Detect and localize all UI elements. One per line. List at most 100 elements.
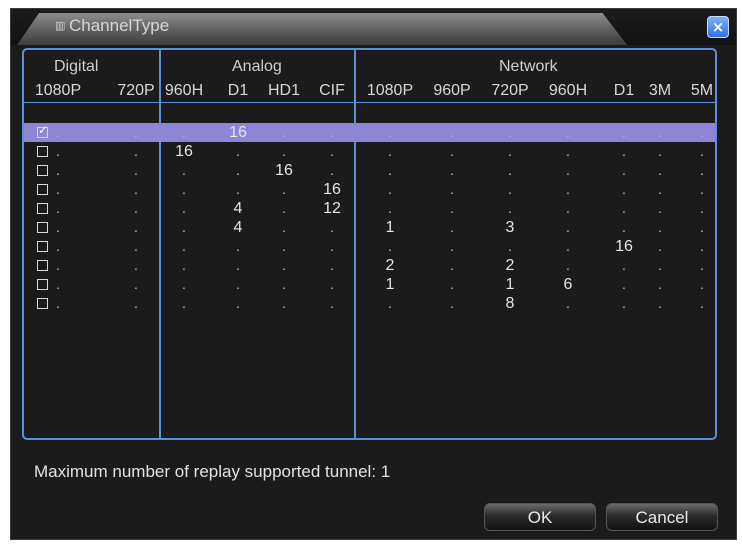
table-cell: . [450, 238, 454, 254]
table-cell: . [282, 276, 286, 292]
column-header: 3M [648, 82, 672, 99]
table-cell: . [508, 143, 512, 159]
table-cell: 16 [175, 143, 193, 160]
table-cell: . [330, 162, 334, 178]
cancel-button[interactable]: Cancel [606, 503, 718, 531]
table-cell: . [658, 181, 662, 197]
column-header: 720P [491, 82, 529, 99]
table-cell: . [566, 162, 570, 178]
table-cell: . [182, 200, 186, 216]
table-cell: . [330, 143, 334, 159]
table-cell: . [182, 124, 186, 140]
table-cell: . [622, 276, 626, 292]
table-cell: . [330, 219, 334, 235]
group-header-digital: Digital [54, 58, 99, 75]
table-cell: . [330, 124, 334, 140]
table-cell: . [388, 181, 392, 197]
table-cell: . [508, 181, 512, 197]
table-cell: . [622, 143, 626, 159]
table-cell: 3 [505, 219, 515, 236]
column-header: 960H [164, 82, 204, 99]
table-cell: . [700, 181, 704, 197]
ok-button[interactable]: OK [484, 503, 596, 531]
column-header: 960P [433, 82, 471, 99]
column-header: D1 [227, 82, 249, 99]
table-cell: . [622, 181, 626, 197]
table-cell: . [566, 257, 570, 273]
table-cell: . [282, 295, 286, 311]
table-cell: . [282, 124, 286, 140]
table-cell: . [450, 276, 454, 292]
table-cell: . [282, 200, 286, 216]
table-cell: . [56, 200, 60, 216]
column-header: 1080P [34, 82, 82, 99]
column-header: CIF [319, 82, 345, 99]
table-cell: . [566, 181, 570, 197]
table-cell: . [134, 295, 138, 311]
table-cell: . [700, 124, 704, 140]
table-cell: 16 [275, 162, 293, 179]
table-cell: . [56, 162, 60, 178]
table-cell: . [658, 200, 662, 216]
table-cell: . [622, 200, 626, 216]
table-cell: . [508, 200, 512, 216]
group-header-network: Network [499, 58, 558, 75]
table-cell: . [700, 238, 704, 254]
column-header: D1 [613, 82, 635, 99]
table-cell: . [236, 257, 240, 273]
table-cell: . [700, 295, 704, 311]
table-cell: 16 [229, 124, 247, 141]
table-cell: . [56, 238, 60, 254]
dialog-title: ChannelType [69, 16, 170, 35]
table-cell: 1 [385, 276, 395, 293]
table-cell: . [658, 162, 662, 178]
table-cell: 4 [233, 200, 243, 217]
table-cell: . [182, 238, 186, 254]
table-cell: . [134, 143, 138, 159]
table-cell: . [56, 124, 60, 140]
table-cell: . [508, 124, 512, 140]
table-cell: . [700, 143, 704, 159]
table-cell: . [622, 257, 626, 273]
table-cell: . [566, 124, 570, 140]
table-cell: . [182, 276, 186, 292]
table-cell: . [450, 162, 454, 178]
table-cell: . [622, 295, 626, 311]
table-cell: . [508, 162, 512, 178]
table-cell: . [182, 162, 186, 178]
table-cell: . [236, 238, 240, 254]
table-cell: . [330, 295, 334, 311]
table-cell: . [330, 238, 334, 254]
table-cell: . [56, 181, 60, 197]
table-cell: . [134, 124, 138, 140]
table-cell: . [134, 162, 138, 178]
table-cell: . [622, 219, 626, 235]
table-cell: . [282, 238, 286, 254]
table-cell: . [182, 181, 186, 197]
digital-analog-divider [159, 48, 161, 440]
table-cell: . [56, 219, 60, 235]
table-cell: . [700, 276, 704, 292]
column-header: 960H [548, 82, 588, 99]
analog-network-divider [354, 48, 356, 440]
table-cell: . [56, 276, 60, 292]
title-bar[interactable]: ▥ ChannelType × [11, 9, 736, 45]
table-cell: . [450, 257, 454, 273]
table-cell: . [182, 219, 186, 235]
table-cell: . [658, 219, 662, 235]
close-button[interactable]: × [707, 16, 729, 38]
table-cell: . [236, 276, 240, 292]
table-cell: . [658, 276, 662, 292]
table-cell: . [622, 124, 626, 140]
table-cell: . [134, 200, 138, 216]
table-cell: . [56, 295, 60, 311]
header-divider [24, 102, 715, 103]
table-cell: . [134, 257, 138, 273]
table-cell: 6 [563, 276, 573, 293]
table-cell: . [658, 143, 662, 159]
table-cell: . [282, 181, 286, 197]
table-cell: . [388, 238, 392, 254]
table-cell: . [182, 295, 186, 311]
table-cell: . [566, 143, 570, 159]
table-cell: . [700, 162, 704, 178]
